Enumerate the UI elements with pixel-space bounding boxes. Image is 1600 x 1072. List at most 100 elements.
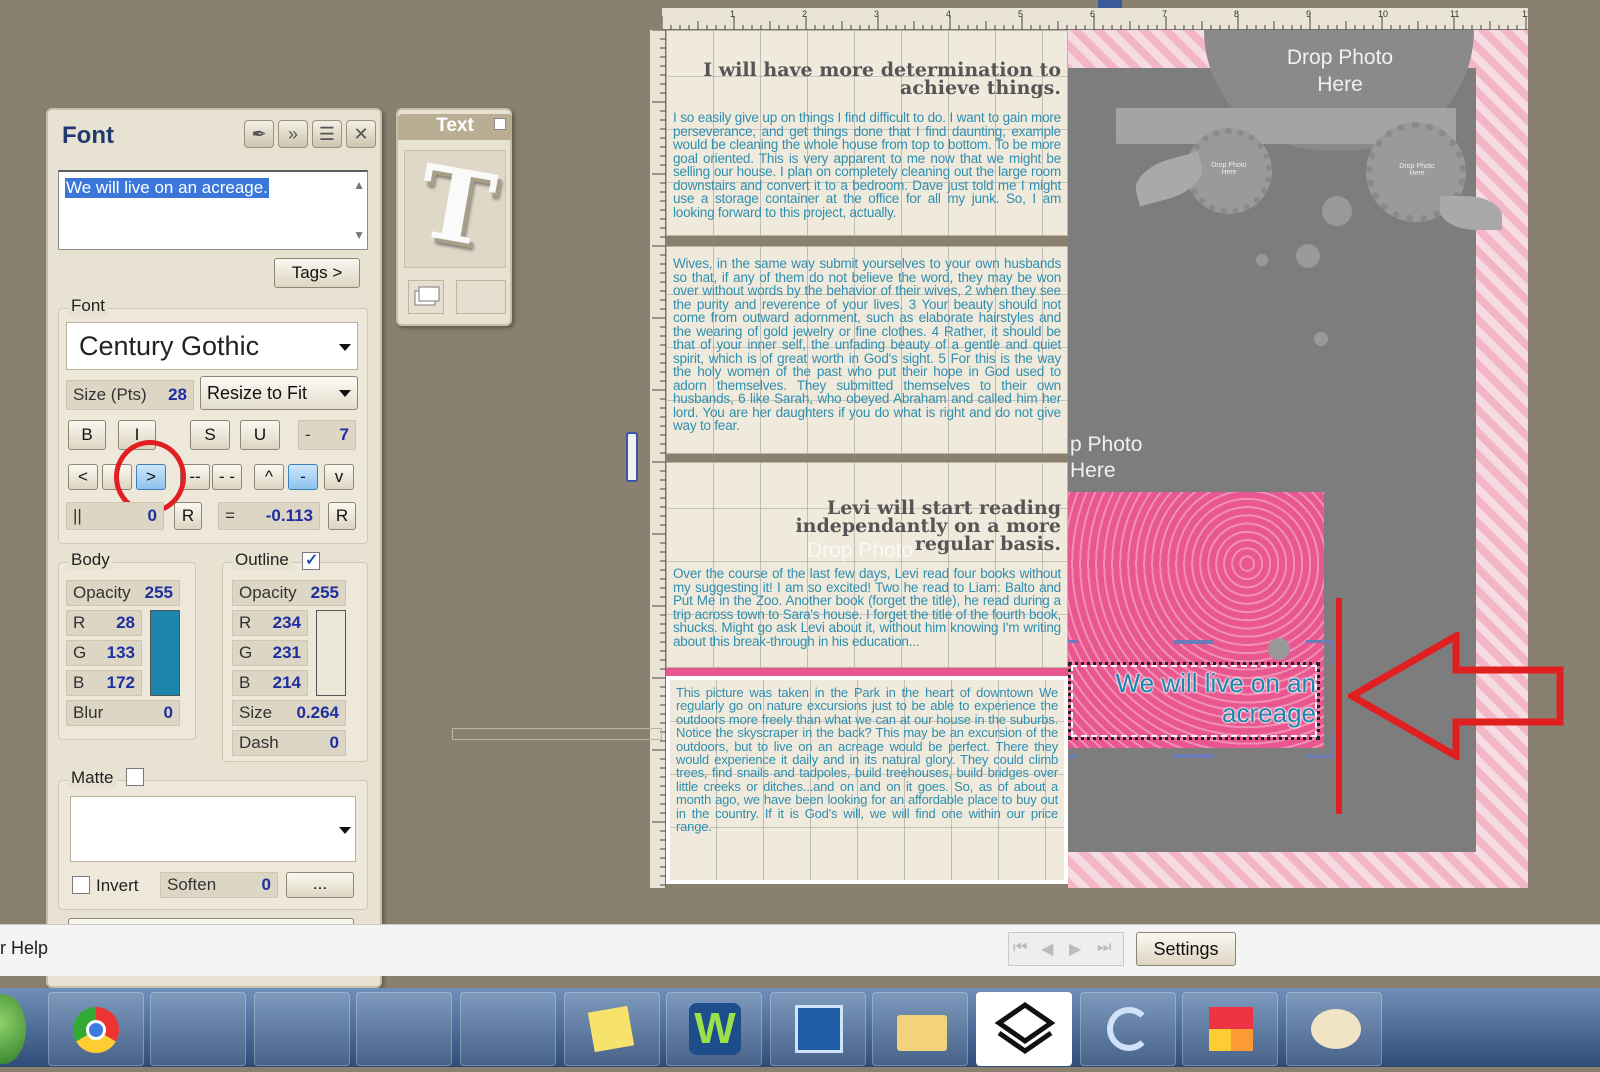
taskbar-quill-icon[interactable] bbox=[254, 992, 350, 1066]
pin-icon[interactable]: ✒ bbox=[244, 120, 274, 148]
taskbar-photo-app-icon[interactable] bbox=[770, 992, 866, 1066]
font-family-select[interactable]: Century Gothic bbox=[66, 322, 358, 370]
scroll-up-icon[interactable]: ▲ bbox=[353, 178, 365, 192]
underline-button[interactable]: U bbox=[240, 420, 280, 450]
valign-middle-button[interactable]: - bbox=[288, 464, 318, 490]
justify-all-button[interactable]: - - bbox=[212, 464, 242, 490]
font-size-field[interactable]: Size (Pts) 28 bbox=[66, 380, 194, 410]
taskbar-document-icon[interactable] bbox=[356, 992, 452, 1066]
help-menu-fragment[interactable]: r Help bbox=[0, 938, 48, 959]
matte-section-label: Matte bbox=[68, 768, 117, 788]
body-blue-field[interactable]: B 172 bbox=[66, 670, 142, 696]
taskbar-sticky-notes-icon[interactable] bbox=[564, 992, 660, 1066]
outline-color-swatch[interactable] bbox=[316, 610, 346, 696]
settings-button[interactable]: Settings bbox=[1136, 932, 1236, 966]
outline-green-field[interactable]: G 231 bbox=[232, 640, 308, 666]
body-green-value: 133 bbox=[106, 643, 135, 662]
next-page-icon[interactable]: ▶ bbox=[1069, 939, 1081, 959]
canvas-scroll-handle[interactable] bbox=[626, 432, 638, 482]
strikethrough-button[interactable]: S bbox=[190, 420, 230, 450]
outline-dash-field[interactable]: Dash 0 bbox=[232, 730, 346, 756]
outline-green-label: G bbox=[239, 643, 253, 662]
taskbar-office-icon[interactable] bbox=[1182, 992, 1278, 1066]
body-blur-field[interactable]: Blur 0 bbox=[66, 700, 180, 726]
palette-close-icon[interactable] bbox=[494, 118, 506, 130]
close-icon[interactable]: ✕ bbox=[346, 120, 376, 148]
soften-field[interactable]: Soften 0 bbox=[160, 872, 278, 898]
journal-block-3[interactable]: Levi will start reading independantly on… bbox=[666, 462, 1068, 668]
text-tool-button[interactable]: T bbox=[404, 141, 506, 271]
transform-handle[interactable] bbox=[1174, 754, 1214, 758]
body-color-swatch[interactable] bbox=[150, 610, 180, 696]
first-page-icon[interactable]: ⏮ bbox=[1013, 939, 1027, 957]
taskbar-file-explorer-icon[interactable] bbox=[872, 992, 968, 1066]
selected-text-content[interactable]: We will live on an acreage bbox=[1074, 668, 1316, 728]
chevron-down-icon bbox=[339, 390, 351, 397]
outline-red-label: R bbox=[239, 613, 252, 632]
last-page-icon[interactable]: ⏭ bbox=[1097, 939, 1111, 957]
journal-block-2[interactable]: Wives, in the same way submit yourselves… bbox=[666, 246, 1068, 454]
outline-red-field[interactable]: R 234 bbox=[232, 610, 308, 636]
outline-opacity-value: 255 bbox=[310, 583, 339, 602]
line-spacing-field[interactable]: = -0.113 bbox=[218, 502, 320, 530]
text-entry-field[interactable]: We will live on an acreage. ▲ ▼ bbox=[58, 170, 368, 250]
taskbar-layers-app-icon[interactable] bbox=[976, 992, 1072, 1066]
transform-handle[interactable] bbox=[1174, 640, 1214, 644]
tags-button[interactable]: Tags > bbox=[274, 258, 360, 288]
transform-handle[interactable] bbox=[1306, 734, 1334, 758]
drop-photo-label: Drop Photo Here bbox=[1286, 46, 1394, 96]
button-embellishment[interactable] bbox=[1256, 254, 1268, 266]
invert-checkbox[interactable] bbox=[72, 876, 90, 894]
taskbar-mail-icon[interactable] bbox=[150, 992, 246, 1066]
align-left-button[interactable]: < bbox=[68, 464, 98, 490]
rotate-handle[interactable] bbox=[1268, 638, 1290, 660]
journal-block-1[interactable]: I will have more determination to achiev… bbox=[666, 30, 1068, 236]
body-red-field[interactable]: R 28 bbox=[66, 610, 142, 636]
invert-label: Invert bbox=[96, 876, 139, 895]
ruler-number: 9 bbox=[1306, 9, 1311, 19]
bold-button[interactable]: B bbox=[68, 420, 106, 450]
expand-icon[interactable]: » bbox=[278, 120, 308, 148]
journal-block-4[interactable]: This picture was taken in the Park in th… bbox=[666, 676, 1068, 884]
button-embellishment[interactable] bbox=[1296, 244, 1320, 268]
layers-icon[interactable] bbox=[408, 280, 444, 314]
outline-dash-value: 0 bbox=[329, 733, 339, 752]
taskbar-chrome-icon[interactable] bbox=[48, 992, 144, 1066]
resize-mode-select[interactable]: Resize to Fit bbox=[200, 376, 358, 410]
valign-bottom-button[interactable]: v bbox=[324, 464, 354, 490]
outline-opacity-field[interactable]: Opacity 255 bbox=[232, 580, 346, 606]
ruler-number: 12 bbox=[1522, 9, 1528, 19]
body-opacity-field[interactable]: Opacity 255 bbox=[66, 580, 180, 606]
font-size-label: Size (Pts) bbox=[73, 385, 147, 404]
outline-size-field[interactable]: Size 0.264 bbox=[232, 700, 346, 726]
taskbar-w-app-icon[interactable]: W bbox=[666, 992, 762, 1066]
taskbar-paint-icon[interactable] bbox=[1286, 992, 1382, 1066]
button-embellishment[interactable] bbox=[1314, 332, 1328, 346]
matte-more-button[interactable]: ... bbox=[286, 872, 354, 898]
transform-handle[interactable] bbox=[1306, 640, 1334, 664]
character-spacing-field[interactable]: || 0 bbox=[66, 502, 164, 530]
scroll-down-icon[interactable]: ▼ bbox=[353, 228, 365, 242]
ruler-number: 6 bbox=[1090, 9, 1095, 19]
ruler-number: 3 bbox=[874, 9, 879, 19]
matte-checkbox[interactable] bbox=[126, 768, 144, 786]
taskbar-calculator-icon[interactable] bbox=[460, 992, 556, 1066]
valign-top-button[interactable]: ^ bbox=[254, 464, 284, 490]
button-embellishment[interactable] bbox=[1322, 196, 1352, 226]
palette-empty-slot[interactable] bbox=[456, 280, 506, 314]
dash-count-field[interactable]: - 7 bbox=[298, 420, 356, 450]
ruler-marker[interactable] bbox=[1098, 0, 1122, 8]
reset-spacing-button[interactable]: R bbox=[174, 502, 202, 530]
prev-page-icon[interactable]: ◀ bbox=[1041, 939, 1053, 959]
reset-leading-button[interactable]: R bbox=[328, 502, 356, 530]
outline-section-label: Outline bbox=[232, 550, 292, 570]
body-green-field[interactable]: G 133 bbox=[66, 640, 142, 666]
outline-blue-field[interactable]: B 214 bbox=[232, 670, 308, 696]
taskbar-sync-icon[interactable] bbox=[1080, 992, 1176, 1066]
outline-checkbox[interactable]: ✓ bbox=[302, 552, 320, 570]
text-entry-selection: We will live on an acreage. bbox=[65, 178, 269, 198]
menu-icon[interactable]: ☰ bbox=[312, 120, 342, 148]
line-spacing-value: -0.113 bbox=[265, 506, 313, 525]
matte-select[interactable] bbox=[70, 796, 356, 862]
soften-value: 0 bbox=[261, 875, 271, 894]
